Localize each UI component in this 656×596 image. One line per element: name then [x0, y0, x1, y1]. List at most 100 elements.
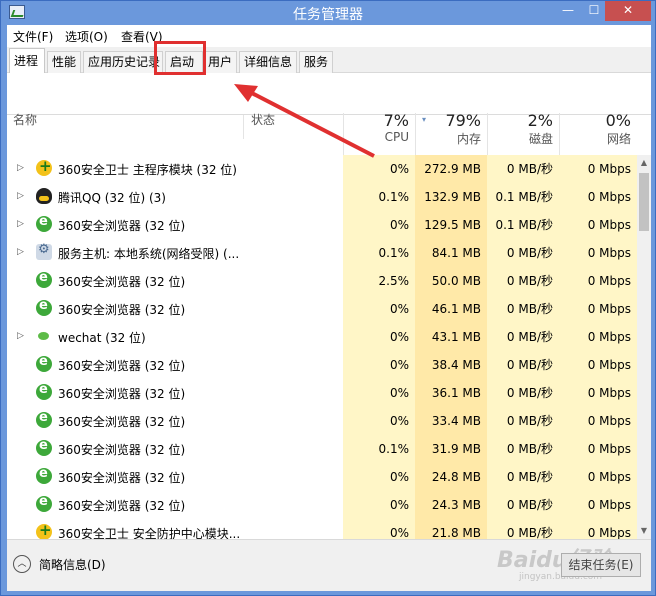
- browser-icon: [36, 354, 52, 372]
- tab-performance[interactable]: 性能: [47, 51, 81, 73]
- tab-details[interactable]: 详细信息: [239, 51, 297, 73]
- maximize-button[interactable]: ☐: [581, 1, 607, 21]
- scroll-down-icon[interactable]: ▼: [637, 523, 651, 539]
- tab-app-history[interactable]: 应用历史记录: [83, 51, 163, 73]
- disk-label: 磁盘: [528, 132, 553, 146]
- close-button[interactable]: ✕: [605, 1, 651, 21]
- tab-processes[interactable]: 进程: [9, 48, 45, 74]
- menu-options[interactable]: 选项(O): [65, 28, 108, 45]
- table-row[interactable]: ▷ 360安全浏览器 (32 位) 0%129.5 MB0.1 MB/秒0 Mbps: [7, 211, 637, 239]
- process-name: wechat (32 位): [58, 331, 146, 345]
- annotation-highlight-box: [154, 41, 206, 75]
- disk-cell: 0 MB/秒: [487, 323, 559, 351]
- memory-cell: 31.9 MB: [415, 435, 487, 463]
- process-name: 360安全浏览器 (32 位): [58, 471, 186, 485]
- fewer-details-label: 简略信息(D): [39, 558, 106, 572]
- disk-cell: 0.1 MB/秒: [487, 183, 559, 211]
- tab-strip: 进程 性能 应用历史记录 启动 用户 详细信息 服务: [7, 47, 651, 74]
- memory-cell: 43.1 MB: [415, 323, 487, 351]
- cpu-cell: 0%: [343, 463, 415, 491]
- expand-chevron-icon[interactable]: ▷: [17, 163, 24, 173]
- table-row[interactable]: 360安全浏览器 (32 位) 2.5%50.0 MB0 MB/秒0 Mbps: [7, 267, 637, 295]
- memory-cell: 24.3 MB: [415, 491, 487, 519]
- process-name: 360安全浏览器 (32 位): [58, 499, 186, 513]
- tab-services[interactable]: 服务: [299, 51, 333, 73]
- table-row[interactable]: ▷ 腾讯QQ (32 位) (3) 0.1% 132.9 MB 0.1 MB/秒 0 Mb…: [7, 183, 637, 211]
- process-name: 360安全浏览器 (32 位): [58, 303, 186, 317]
- process-name: 360安全浏览器 (32 位): [58, 219, 186, 233]
- network-cell: 0 Mbps: [559, 323, 637, 351]
- 360-safe-icon: [36, 157, 52, 176]
- browser-icon: [36, 410, 52, 428]
- network-cell: 0 Mbps: [559, 435, 637, 463]
- expand-chevron-icon[interactable]: ▷: [17, 331, 24, 341]
- memory-cell: 46.1 MB: [415, 295, 487, 323]
- disk-cell: 0 MB/秒: [487, 295, 559, 323]
- table-row[interactable]: 360安全浏览器 (32 位) 0%36.1 MB0 MB/秒0 Mbps: [7, 379, 637, 407]
- table-row[interactable]: ▷ wechat (32 位) 0% 43.1 MB 0 MB/秒 0 Mbps: [7, 323, 637, 351]
- disk-total: 2%: [527, 111, 553, 130]
- disk-cell: 0 MB/秒: [487, 267, 559, 295]
- network-cell: 0 Mbps: [559, 211, 637, 239]
- menu-bar: 文件(F) 选项(O) 查看(V): [7, 25, 651, 47]
- memory-cell: 132.9 MB: [415, 183, 487, 211]
- network-cell: 0 Mbps: [559, 491, 637, 519]
- tab-users[interactable]: 用户: [203, 51, 237, 73]
- memory-cell: 33.4 MB: [415, 407, 487, 435]
- memory-cell: 272.9 MB: [415, 155, 487, 183]
- network-cell: 0 Mbps: [559, 463, 637, 491]
- disk-cell: 0 MB/秒: [487, 239, 559, 267]
- process-name: 360安全浏览器 (32 位): [58, 359, 186, 373]
- network-cell: 0 Mbps: [559, 351, 637, 379]
- table-row[interactable]: 360安全浏览器 (32 位) 0%46.1 MB0 MB/秒0 Mbps: [7, 295, 637, 323]
- memory-cell: 24.8 MB: [415, 463, 487, 491]
- table-row[interactable]: ▷ 服务主机: 本地系统(网络受限) (... 0.1%84.1 MB0 MB/秒0…: [7, 239, 637, 267]
- annotation-arrow-icon: [234, 84, 375, 158]
- cpu-cell: 0.1%: [343, 435, 415, 463]
- network-cell: 0 Mbps: [559, 295, 637, 323]
- cpu-cell: 0%: [343, 407, 415, 435]
- cpu-cell: 0%: [343, 351, 415, 379]
- column-name[interactable]: 名称: [13, 111, 37, 128]
- expand-chevron-icon[interactable]: ▷: [17, 219, 24, 229]
- network-cell: 0 Mbps: [559, 407, 637, 435]
- column-disk[interactable]: 2% 磁盘: [487, 111, 559, 155]
- browser-icon: [36, 382, 52, 400]
- memory-label: 内存: [456, 132, 481, 146]
- browser-icon: [36, 466, 52, 484]
- title-bar[interactable]: 任务管理器 — ☐ ✕: [1, 1, 655, 25]
- table-row[interactable]: 360安全浏览器 (32 位) 0%33.4 MB0 MB/秒0 Mbps: [7, 407, 637, 435]
- table-row[interactable]: 360安全浏览器 (32 位) 0%24.3 MB0 MB/秒0 Mbps: [7, 491, 637, 519]
- memory-cell: 36.1 MB: [415, 379, 487, 407]
- expand-chevron-icon[interactable]: ▷: [17, 247, 24, 257]
- browser-icon: [36, 438, 52, 456]
- chevron-up-icon: ︿: [13, 555, 31, 573]
- process-name: 360安全卫士 主程序模块 (32 位): [58, 163, 237, 177]
- memory-cell: 84.1 MB: [415, 239, 487, 267]
- column-memory[interactable]: ▾ 79% 内存: [415, 111, 487, 155]
- vertical-scrollbar[interactable]: ▲ ▼: [637, 155, 651, 539]
- disk-cell: 0 MB/秒: [487, 379, 559, 407]
- disk-cell: 0 MB/秒: [487, 435, 559, 463]
- memory-cell: 129.5 MB: [415, 211, 487, 239]
- sort-desc-icon: ▾: [422, 115, 427, 124]
- cpu-cell: 0.1%: [343, 239, 415, 267]
- table-row[interactable]: 360安全浏览器 (32 位) 0%24.8 MB0 MB/秒0 Mbps: [7, 463, 637, 491]
- cpu-cell: 0%: [343, 323, 415, 351]
- table-row[interactable]: 360安全浏览器 (32 位) 0%38.4 MB0 MB/秒0 Mbps: [7, 351, 637, 379]
- process-name: 360安全浏览器 (32 位): [58, 415, 186, 429]
- minimize-button[interactable]: —: [555, 1, 581, 21]
- end-task-button[interactable]: 结束任务(E): [561, 553, 641, 577]
- network-cell: 0 Mbps: [559, 155, 637, 183]
- network-cell: 0 Mbps: [559, 379, 637, 407]
- expand-chevron-icon[interactable]: ▷: [17, 191, 24, 201]
- column-network[interactable]: 0% 网络: [559, 111, 637, 155]
- process-name: 360安全浏览器 (32 位): [58, 387, 186, 401]
- network-total: 0%: [605, 111, 631, 130]
- scroll-up-icon[interactable]: ▲: [637, 155, 651, 171]
- scroll-thumb[interactable]: [639, 173, 649, 231]
- menu-file[interactable]: 文件(F): [13, 28, 53, 45]
- cpu-cell: 0%: [343, 491, 415, 519]
- table-row[interactable]: 360安全浏览器 (32 位) 0.1%31.9 MB0 MB/秒0 Mbps: [7, 435, 637, 463]
- browser-icon: [36, 270, 52, 288]
